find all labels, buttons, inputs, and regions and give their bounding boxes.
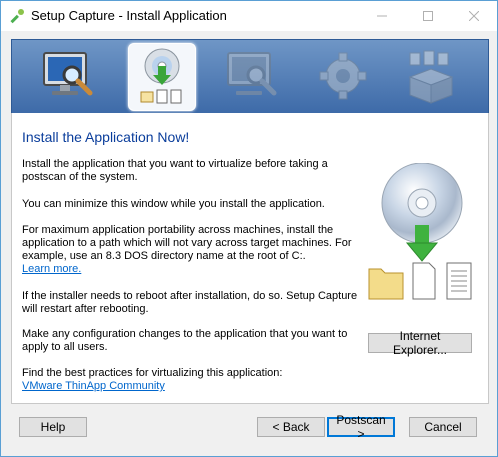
step-postscan-icon [220, 43, 286, 109]
internet-explorer-button[interactable]: Internet Explorer... [368, 329, 472, 357]
minimize-button[interactable] [359, 1, 405, 31]
close-icon [469, 11, 479, 21]
install-instructions-text: Install the application that you want to… [22, 158, 328, 183]
best-practices-body: Find the best practices for virtualizing… [22, 367, 283, 379]
minimize-hint-text: You can minimize this window while you i… [22, 198, 325, 210]
configuration-text: Make any configuration changes to the ap… [22, 328, 348, 353]
portability-body: For maximum application portability acro… [22, 224, 352, 262]
best-practices-text: Find the best practices for virtualizing… [22, 367, 362, 393]
cd-install-illustration-icon [368, 163, 472, 300]
reboot-text: If the installer needs to reboot after i… [22, 290, 358, 315]
back-button[interactable]: < Back [257, 417, 325, 437]
maximize-button[interactable] [405, 1, 451, 31]
learn-more-link[interactable]: Learn more. [22, 263, 81, 275]
setup-capture-window: Setup Capture - Install Application Inst… [0, 0, 498, 457]
step-build-package-icon [398, 43, 464, 109]
step-prescan-icon [36, 43, 102, 109]
step-configure-gear-icon [310, 43, 376, 109]
minimize-icon [377, 15, 387, 17]
postscan-button[interactable]: Postscan > [327, 413, 395, 441]
maximize-icon [423, 11, 433, 21]
step-install-icon [128, 43, 196, 111]
main-panel: Install the Application Now! Install the… [11, 113, 489, 404]
wizard-steps-banner [11, 39, 489, 115]
thinapp-community-link[interactable]: VMware ThinApp Community [22, 380, 165, 392]
portability-text: For maximum application portability acro… [22, 224, 362, 276]
title-bar[interactable]: Setup Capture - Install Application [1, 1, 497, 31]
cancel-button[interactable]: Cancel [409, 417, 477, 437]
close-button[interactable] [451, 1, 497, 31]
thinapp-wand-icon [10, 9, 24, 24]
window-title: Setup Capture - Install Application [31, 8, 227, 23]
help-button[interactable]: Help [19, 417, 87, 437]
page-heading: Install the Application Now! [22, 129, 190, 145]
